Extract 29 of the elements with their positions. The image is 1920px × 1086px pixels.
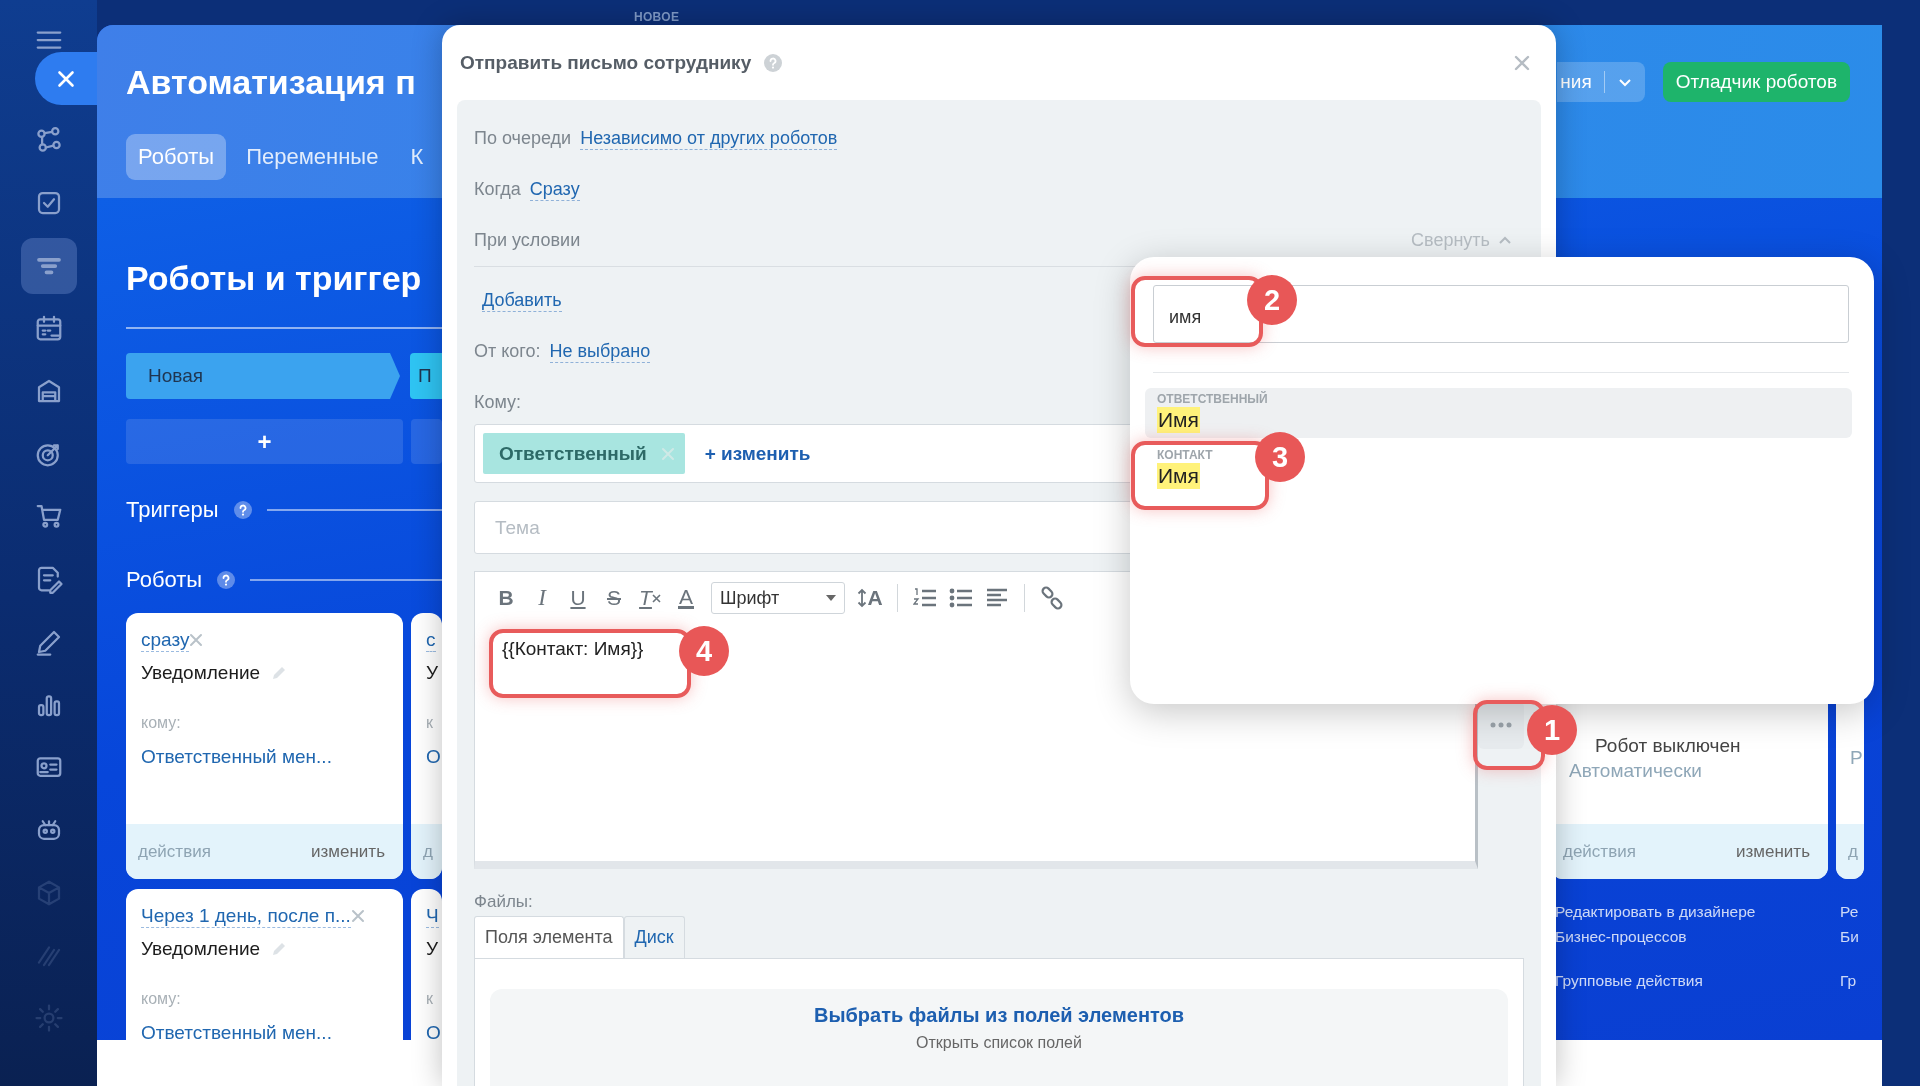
recipient-label: кому: xyxy=(141,713,181,733)
section-title: Триггеры xyxy=(126,497,219,523)
recipient-label: к xyxy=(426,989,433,1009)
files-label: Файлы: xyxy=(474,891,534,913)
option-label: Имя xyxy=(1157,463,1200,489)
robot-title: Уведомление xyxy=(141,662,261,684)
field-label: При условии xyxy=(474,229,581,251)
section-heading: Роботы и триггер xyxy=(126,258,422,299)
section-title: Роботы xyxy=(126,567,203,593)
new-label: НОВОЕ xyxy=(634,10,680,25)
robot-title: У xyxy=(426,662,439,684)
field-label: По очереди xyxy=(474,127,572,149)
field-label: Кому: xyxy=(474,391,522,413)
robot-note: Р xyxy=(1850,746,1863,770)
field-label: Когда xyxy=(474,178,521,200)
page-title: Автоматизация п xyxy=(126,62,416,103)
option-label: Имя xyxy=(1157,407,1200,433)
recipient-label: кому: xyxy=(141,989,181,1009)
robot-title: Уведомление xyxy=(141,938,261,960)
recipient-label: к xyxy=(426,713,433,733)
robot-status: Робот выключен xyxy=(1595,734,1741,758)
dialog-title: Отправить письмо сотруднику xyxy=(460,51,752,74)
editor-text: {{Контакт: Имя}} xyxy=(502,637,644,661)
group-title: КОНТАКТ xyxy=(1157,448,1213,463)
group-title: ОТВЕТСТВЕННЫЙ xyxy=(1157,392,1269,407)
robot-note: Автоматически xyxy=(1569,759,1702,783)
files-hint: Открыть список полей xyxy=(916,1033,1082,1053)
robot-title: У xyxy=(426,938,439,960)
field-label: От кого: xyxy=(474,340,541,362)
